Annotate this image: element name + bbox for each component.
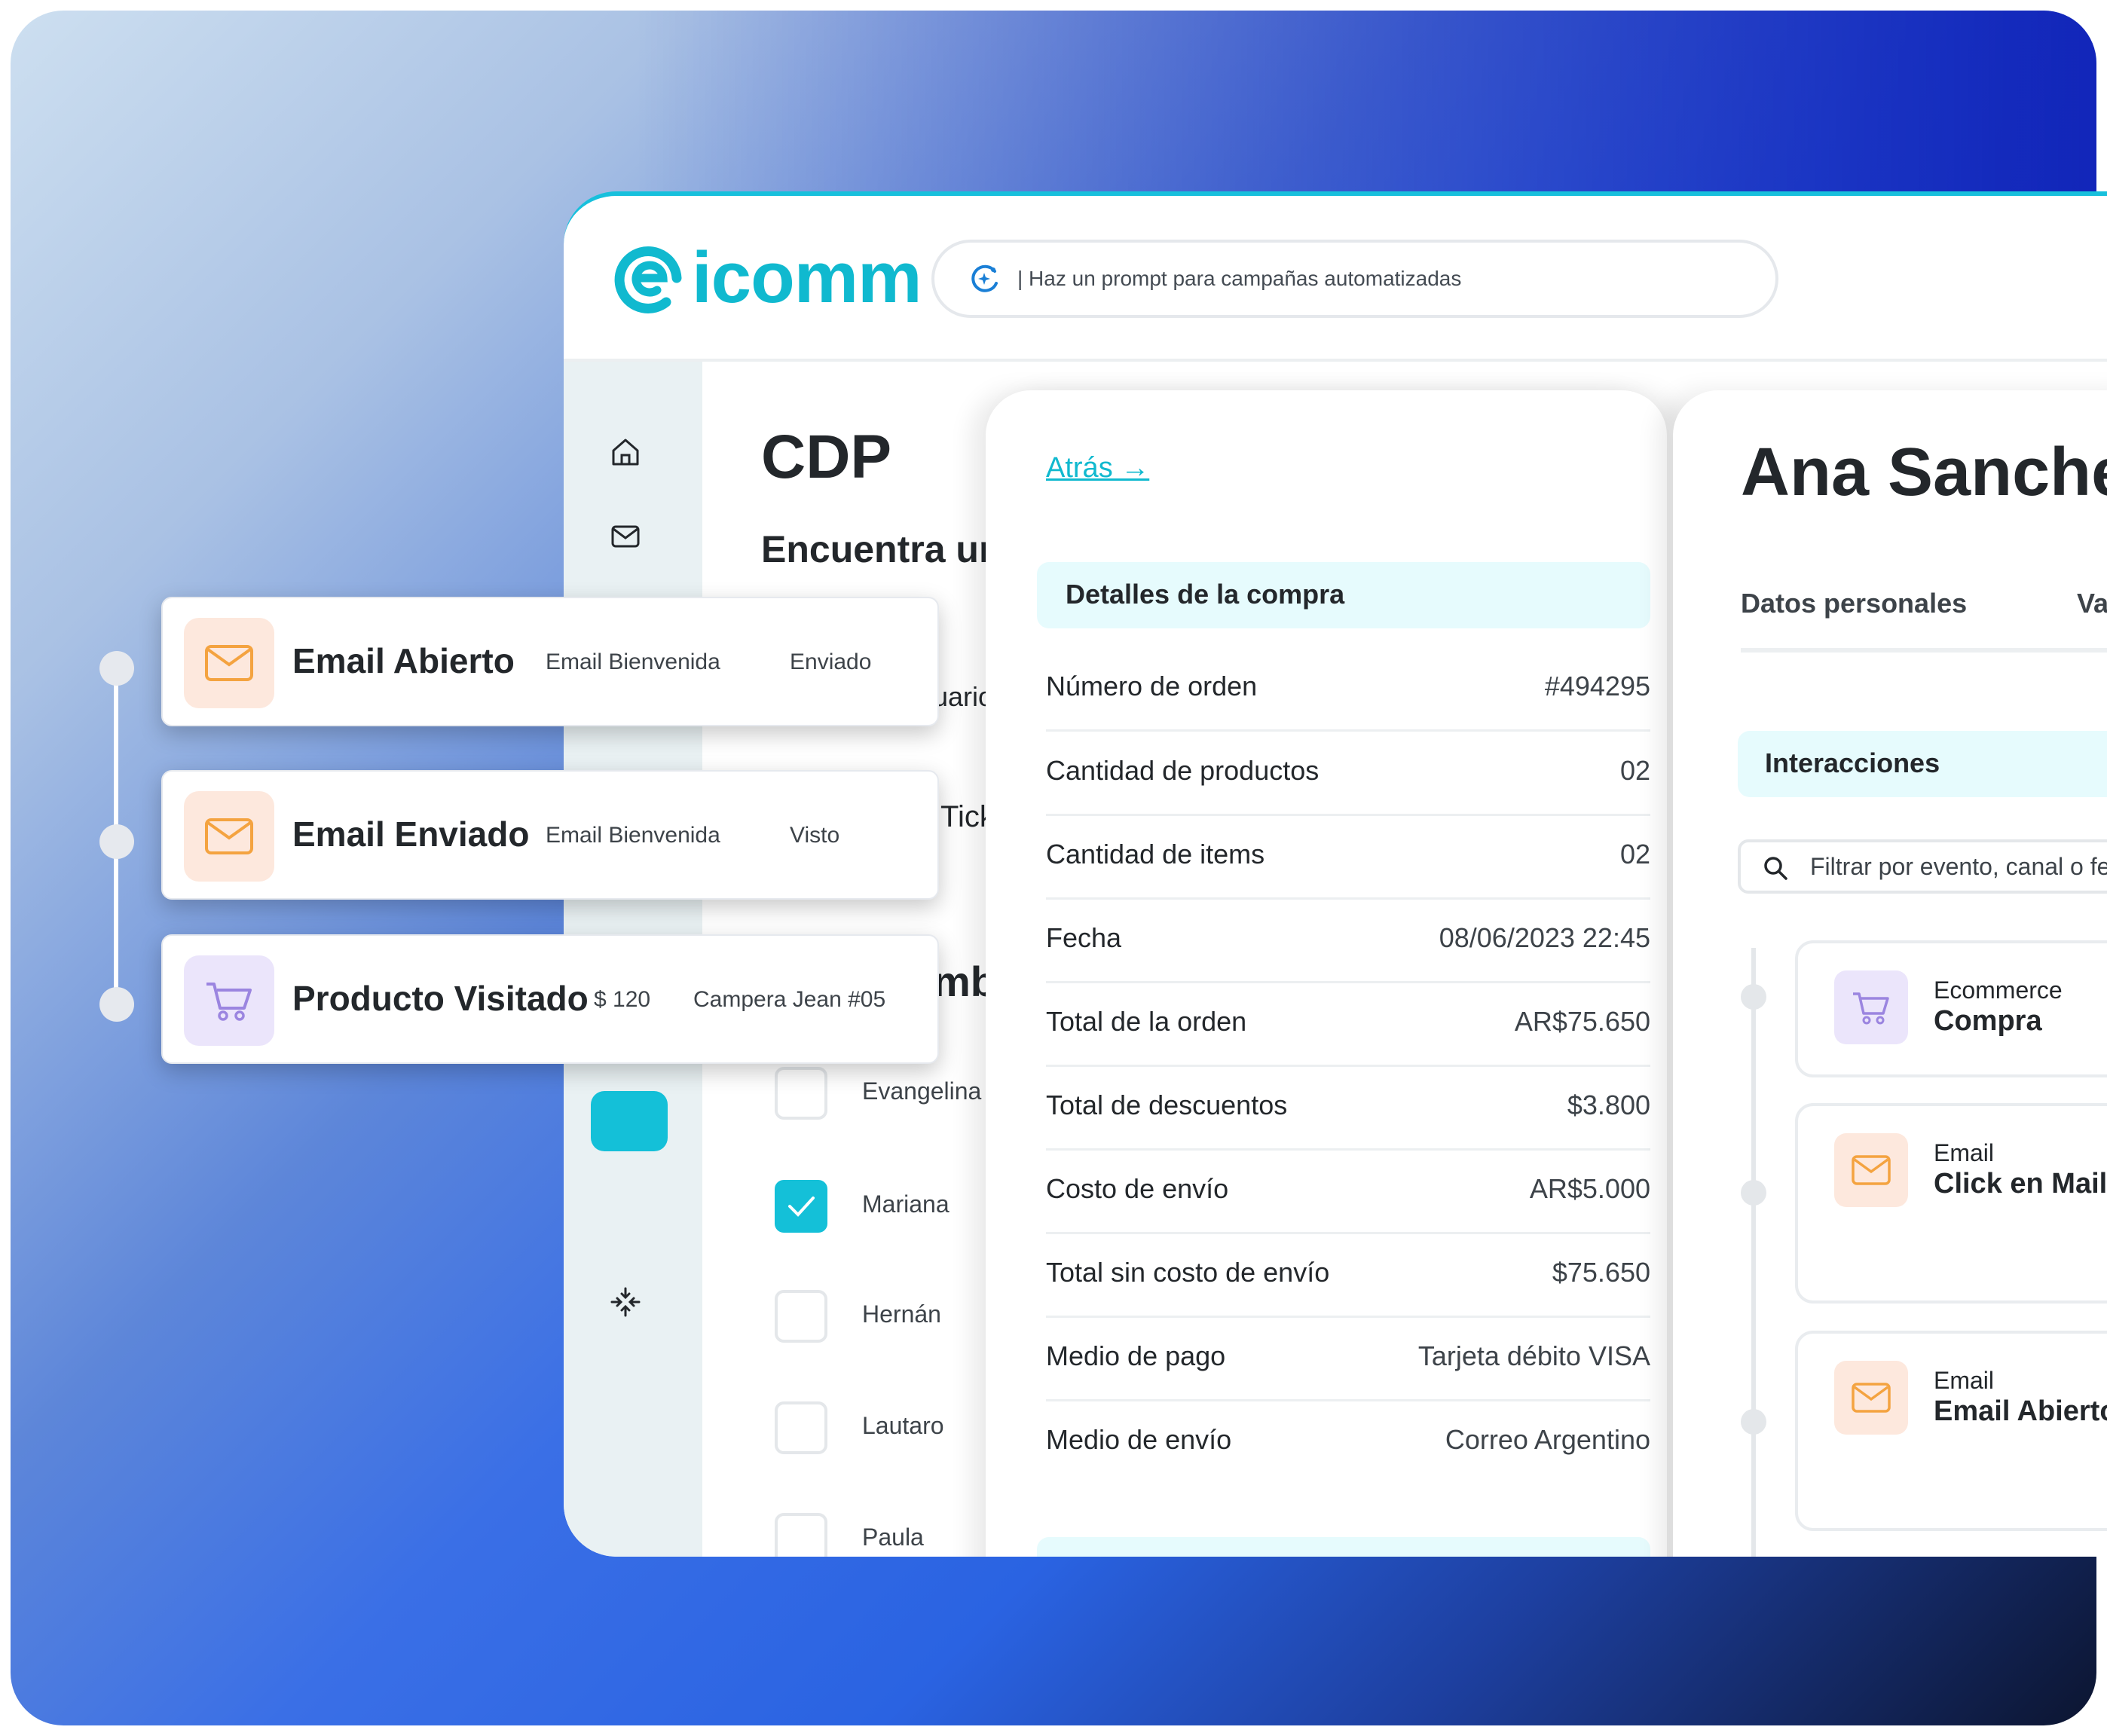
page-subtitle: Encuentra un	[761, 528, 1002, 570]
mail-icon	[184, 791, 274, 882]
event-card-email-abierto[interactable]: Email Abierto Email Bienvenida Enviado	[161, 597, 939, 726]
checkbox[interactable]	[775, 1513, 827, 1557]
logo-mark-icon	[614, 246, 682, 313]
user-column-fragment: uario	[933, 681, 994, 712]
compress-icon[interactable]	[609, 1285, 642, 1319]
details-footer	[1037, 1537, 1650, 1557]
detail-row: Medio de envío Correo Argentino	[1046, 1424, 1650, 1455]
detail-row: Fecha 08/06/2023 22:45	[1046, 897, 1650, 983]
interactions-header: Interacciones	[1738, 731, 2107, 797]
prompt-search-bar[interactable]: | Haz un prompt para campañas automatiza…	[931, 240, 1778, 318]
tab-datos-personales[interactable]: Datos personales	[1741, 588, 1967, 619]
cart-icon	[184, 955, 274, 1046]
checkbox[interactable]	[775, 1067, 827, 1120]
purchase-details-panel: Atrás → Detalles de la compra Número de …	[986, 390, 1667, 1557]
ai-sparkle-icon	[971, 264, 998, 292]
home-icon[interactable]	[609, 436, 642, 469]
search-placeholder: | Haz un prompt para campañas automatiza…	[1017, 267, 1462, 290]
detail-row: Total de la orden AR$75.650	[1046, 980, 1650, 1067]
mail-icon[interactable]	[609, 520, 642, 553]
search-icon	[1764, 857, 1787, 880]
brand-logo[interactable]: icomm	[613, 237, 922, 319]
event-timeline-dot	[99, 651, 134, 686]
card-nav-button[interactable]	[591, 1091, 668, 1151]
list-item-name: Hernán	[862, 1300, 941, 1328]
list-item-name: Evangelina	[862, 1077, 982, 1105]
checkbox[interactable]	[775, 1290, 827, 1343]
list-item-name: Paula	[862, 1524, 924, 1551]
timeline-line	[1751, 948, 1756, 1557]
interaction-card[interactable]: Email Email Abierto	[1795, 1331, 2107, 1531]
detail-row: Número de orden #494295	[1046, 645, 1650, 732]
mail-icon	[1834, 1133, 1908, 1207]
timeline-dot	[1741, 1409, 1766, 1435]
timeline-dot	[1741, 1180, 1766, 1206]
detail-row: Total de descuentos $3.800	[1046, 1064, 1650, 1151]
event-timeline-dot	[99, 824, 134, 859]
event-timeline-dot	[99, 987, 134, 1022]
filter-input[interactable]: Filtrar por evento, canal o fe	[1738, 839, 2107, 894]
check-icon	[788, 1197, 815, 1217]
top-bar: icomm | Haz un prompt para campañas auto…	[564, 196, 2107, 362]
back-link[interactable]: Atrás →	[1046, 452, 1149, 484]
detail-row: Cantidad de productos 02	[1046, 729, 1650, 816]
event-card-producto-visitado[interactable]: Producto Visitado $ 120 Campera Jean #05	[161, 934, 939, 1064]
list-item-name: Lautaro	[862, 1412, 944, 1439]
profile-name: Ana Sanchez	[1741, 435, 2107, 510]
tab-next[interactable]: Va	[2077, 588, 2107, 619]
list-item-name: Mariana	[862, 1190, 950, 1218]
detail-row: Total sin costo de envío $75.650	[1046, 1231, 1650, 1318]
profile-tabs: Datos personales Va	[1741, 588, 2107, 653]
detail-row: Costo de envío AR$5.000	[1046, 1148, 1650, 1234]
checkbox[interactable]	[775, 1401, 827, 1454]
detail-row: Cantidad de items 02	[1046, 813, 1650, 900]
profile-panel: Ana Sanchez Datos personales Va Interacc…	[1673, 390, 2107, 1557]
detail-row: Medio de pago Tarjeta débito VISA	[1046, 1315, 1650, 1401]
interaction-card[interactable]: Ecommerce Compra	[1795, 940, 2107, 1077]
brand-name: icomm	[692, 237, 922, 318]
timeline-dot	[1741, 984, 1766, 1010]
cart-icon	[1834, 970, 1908, 1044]
checkbox-checked[interactable]	[775, 1180, 827, 1233]
mail-icon	[184, 618, 274, 708]
page-title: CDP	[761, 423, 892, 491]
details-header: Detalles de la compra	[1037, 562, 1650, 628]
event-card-email-enviado[interactable]: Email Enviado Email Bienvenida Visto	[161, 770, 939, 900]
mail-icon	[1834, 1361, 1908, 1435]
interaction-card[interactable]: Email Click en Mail L	[1795, 1103, 2107, 1304]
